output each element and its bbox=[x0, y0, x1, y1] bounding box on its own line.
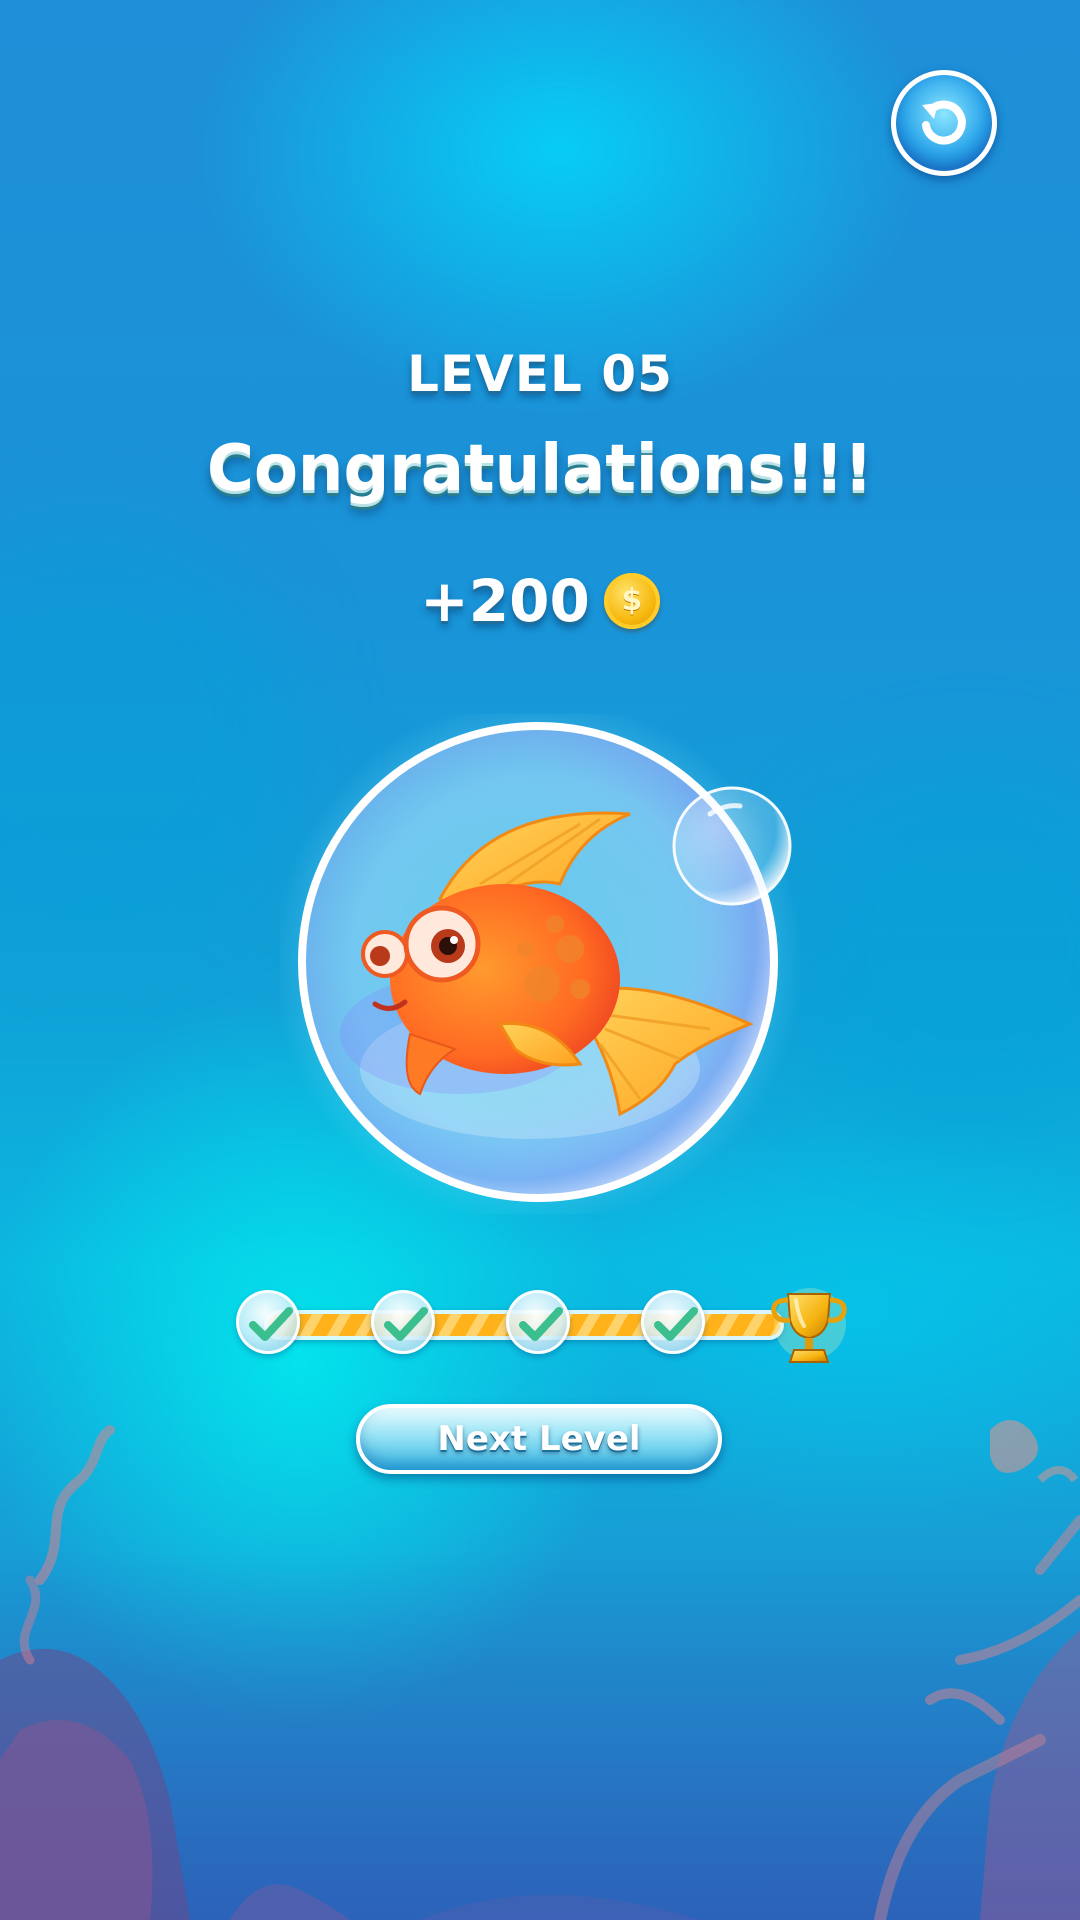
reward-amount: +200 bbox=[420, 567, 590, 635]
background-haze bbox=[780, 760, 1080, 1140]
game-screen: LEVEL 05 Congratulations!!! +200 $ Next … bbox=[0, 0, 1080, 1920]
coin-reward: +200 $ bbox=[0, 566, 1080, 636]
level-title: LEVEL 05 bbox=[407, 345, 673, 403]
next-level-label: Next Level bbox=[437, 1419, 641, 1459]
checkmark-icon bbox=[654, 1307, 698, 1341]
checkmark-icon bbox=[249, 1307, 293, 1341]
seabed-decoration bbox=[0, 1420, 1080, 1920]
reset-icon bbox=[922, 100, 966, 145]
next-level-button[interactable]: Next Level bbox=[356, 1404, 722, 1474]
progress-step-3 bbox=[506, 1290, 570, 1354]
coin-icon: $ bbox=[603, 573, 660, 629]
reset-button[interactable] bbox=[891, 70, 997, 176]
checkmark-icon bbox=[519, 1307, 563, 1341]
level-progress bbox=[236, 1286, 856, 1363]
congratulations-message: Congratulations!!! bbox=[206, 432, 874, 506]
fish-bubble-illustration bbox=[280, 714, 800, 1214]
trophy-icon bbox=[771, 1288, 847, 1363]
progress-step-2 bbox=[371, 1290, 435, 1354]
coin-symbol: $ bbox=[621, 583, 643, 618]
progress-step-4 bbox=[641, 1290, 705, 1354]
progress-step-1 bbox=[236, 1290, 300, 1354]
checkmark-icon bbox=[384, 1307, 428, 1341]
